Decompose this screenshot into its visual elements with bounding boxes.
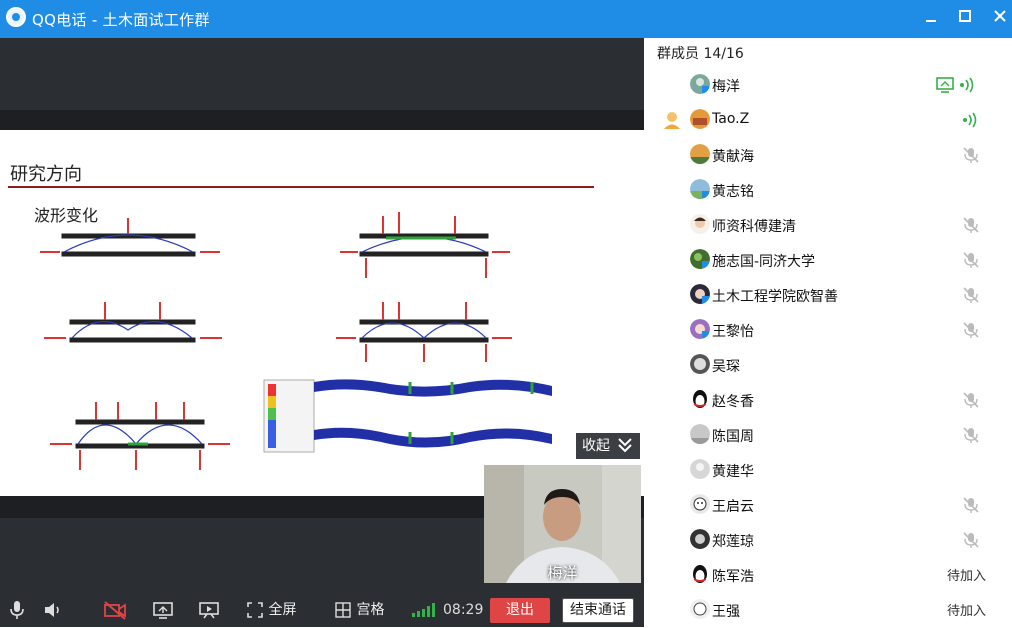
member-name: 陈国周 (712, 429, 754, 445)
member-avatar (690, 109, 710, 129)
member-avatar (690, 144, 710, 164)
demo-icon[interactable] (198, 593, 220, 627)
member-row[interactable]: 王启云 (644, 488, 1012, 523)
beam-deflection-figure (40, 212, 552, 470)
double-chevron-down-icon (616, 436, 634, 463)
member-pending-status: 待加入 (946, 569, 986, 584)
speaking-icon (963, 112, 977, 128)
member-name: 施志国-同济大学 (712, 254, 816, 270)
member-avatar (690, 599, 710, 619)
member-avatar (690, 529, 710, 549)
member-name: 土木工程学院欧智善 (712, 289, 838, 305)
member-name: 吴琛 (712, 359, 740, 375)
member-row[interactable]: 黄献海 (644, 138, 1012, 173)
member-avatar (690, 354, 710, 374)
member-row[interactable]: 陈军浩 待加入 (644, 558, 1012, 593)
member-row[interactable]: 王黎怡 (644, 313, 1012, 348)
maximize-icon[interactable] (953, 6, 977, 30)
member-row[interactable]: 施志国-同济大学 (644, 243, 1012, 278)
mic-muted-icon (963, 392, 979, 408)
speaker-icon[interactable] (43, 593, 63, 627)
member-name: 师资科傅建清 (712, 219, 796, 235)
camera-participant-name: 梅洋 (547, 564, 578, 582)
grid-view-button[interactable]: 宫格 (334, 593, 384, 627)
mic-muted-icon (963, 217, 979, 233)
qq-penguin-avatar (693, 390, 707, 408)
member-avatar (690, 459, 710, 479)
mic-muted-icon (963, 252, 979, 268)
mic-muted-icon (963, 532, 979, 548)
mic-muted-icon (963, 287, 979, 303)
mic-muted-icon (963, 322, 979, 338)
host-icon (664, 112, 680, 129)
member-name: 梅洋 (712, 79, 740, 95)
exit-button[interactable]: 退出 (490, 598, 550, 623)
member-name: 王启云 (712, 499, 754, 515)
grid-icon (335, 602, 351, 618)
member-avatar (690, 424, 710, 444)
member-name: 陈军浩 (712, 569, 754, 585)
member-avatar (690, 494, 710, 514)
mic-muted-icon (963, 497, 979, 513)
member-row[interactable]: 吴琛 (644, 348, 1012, 383)
member-row[interactable]: 师资科傅建清 (644, 208, 1012, 243)
screen-sharing-speaking-icon (936, 77, 974, 93)
member-avatar (690, 74, 710, 94)
member-row[interactable]: 赵冬香 (644, 383, 1012, 418)
member-name: 黄献海 (712, 149, 754, 165)
microphone-icon[interactable] (8, 593, 26, 627)
collapse-label: 收起 (582, 438, 610, 454)
fullscreen-label: 全屏 (268, 602, 297, 618)
member-name: 王强 (712, 604, 740, 620)
member-row[interactable]: 土木工程学院欧智善 (644, 278, 1012, 313)
mic-muted-icon (963, 427, 979, 443)
member-name: 郑莲琼 (712, 534, 754, 550)
qq-call-logo (6, 7, 26, 27)
member-name: 赵冬香 (712, 394, 754, 410)
fullscreen-icon (247, 602, 263, 618)
member-row[interactable]: 黄志铭 (644, 173, 1012, 208)
member-name: 黄志铭 (712, 184, 754, 200)
member-avatar (690, 319, 710, 339)
grid-view-label: 宫格 (356, 602, 385, 618)
member-name: 黄建华 (712, 464, 754, 480)
camera-off-icon[interactable] (103, 593, 127, 627)
qq-penguin-avatar (693, 565, 707, 583)
member-avatar (690, 284, 710, 304)
title-bar: QQ电话 - 土木面试工作群 (0, 0, 1012, 38)
collapse-button[interactable]: 收起 (576, 433, 640, 459)
member-name: 王黎怡 (712, 324, 754, 340)
member-pending-status: 待加入 (946, 604, 986, 619)
window-title: QQ电话 - 土木面试工作群 (32, 11, 210, 29)
member-row[interactable]: 郑莲琼 (644, 523, 1012, 558)
shared-slide: 研究方向 波形变化 (0, 130, 644, 496)
member-name: Tao.Z (712, 111, 750, 127)
share-screen-icon[interactable] (152, 593, 174, 627)
mic-muted-icon (963, 147, 979, 163)
end-call-button[interactable]: 结束通话 (562, 598, 634, 623)
signal-strength-icon (411, 593, 437, 627)
member-avatar (690, 179, 710, 199)
minimize-icon[interactable] (919, 6, 943, 30)
call-timer: 08:29 (443, 602, 484, 618)
member-row[interactable]: 陈国周 (644, 418, 1012, 453)
member-row[interactable]: Tao.Z (644, 103, 1012, 138)
member-row[interactable]: 王强 待加入 (644, 593, 1012, 628)
camera-tile[interactable]: 梅洋 (484, 465, 641, 583)
fullscreen-button[interactable]: 全屏 (246, 593, 296, 627)
member-row[interactable]: 梅洋 (644, 68, 1012, 103)
close-icon[interactable] (988, 6, 1012, 30)
member-avatar (690, 249, 710, 269)
slide-top-bar (0, 110, 644, 130)
member-count-header: 群成员 14/16 (657, 46, 744, 62)
member-panel: 群成员 14/16 梅洋 Tao.Z 黄献海 黄志铭 师资科傅建清 施志国-同济… (644, 38, 1012, 627)
member-avatar (690, 214, 710, 234)
member-row[interactable]: 黄建华 (644, 453, 1012, 488)
